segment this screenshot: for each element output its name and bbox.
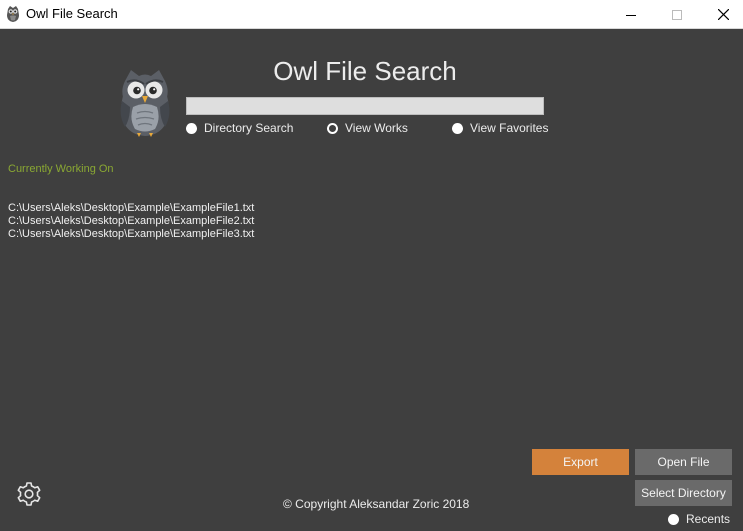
view-works-radio[interactable]: View Works <box>327 121 408 135</box>
radio-unchecked-icon <box>668 513 679 525</box>
recents-radio[interactable]: Recents <box>668 512 730 526</box>
view-favorites-label: View Favorites <box>470 121 549 135</box>
window-title: Owl File Search <box>26 6 118 21</box>
recents-label: Recents <box>686 512 731 526</box>
radio-checked-icon <box>327 122 338 134</box>
select-directory-button[interactable]: Select Directory <box>635 480 732 506</box>
maximize-icon <box>672 9 682 20</box>
owl-icon <box>7 6 19 22</box>
file-list-item[interactable]: C:\Users\Aleks\Desktop\Example\ExampleFi… <box>8 202 254 215</box>
app-window: Owl File Search Owl File Search Director… <box>0 0 743 531</box>
directory-search-radio[interactable]: Directory Search <box>186 121 293 135</box>
export-button[interactable]: Export <box>532 449 629 475</box>
radio-unchecked-icon <box>186 122 197 134</box>
app-title: Owl File Search <box>273 56 457 86</box>
directory-search-label: Directory Search <box>204 121 294 135</box>
minimize-icon <box>626 14 636 16</box>
search-input[interactable] <box>186 97 544 115</box>
close-button[interactable] <box>700 0 743 29</box>
radio-unchecked-icon <box>452 122 463 134</box>
open-file-button[interactable]: Open File <box>635 449 732 475</box>
file-list: C:\Users\Aleks\Desktop\Example\ExampleFi… <box>8 202 254 241</box>
close-icon <box>717 9 729 20</box>
view-favorites-radio[interactable]: View Favorites <box>452 121 548 135</box>
file-list-item[interactable]: C:\Users\Aleks\Desktop\Example\ExampleFi… <box>8 228 254 241</box>
gear-icon[interactable] <box>16 481 42 507</box>
title-bar: Owl File Search <box>0 0 743 29</box>
owl-icon <box>120 70 170 137</box>
status-label: Currently Working On <box>8 163 114 175</box>
view-works-label: View Works <box>345 121 408 135</box>
file-list-item[interactable]: C:\Users\Aleks\Desktop\Example\ExampleFi… <box>8 215 254 228</box>
minimize-button[interactable] <box>608 0 654 29</box>
maximize-button[interactable] <box>654 0 700 29</box>
copyright-text: © Copyright Aleksandar Zoric 2018 <box>283 497 470 511</box>
